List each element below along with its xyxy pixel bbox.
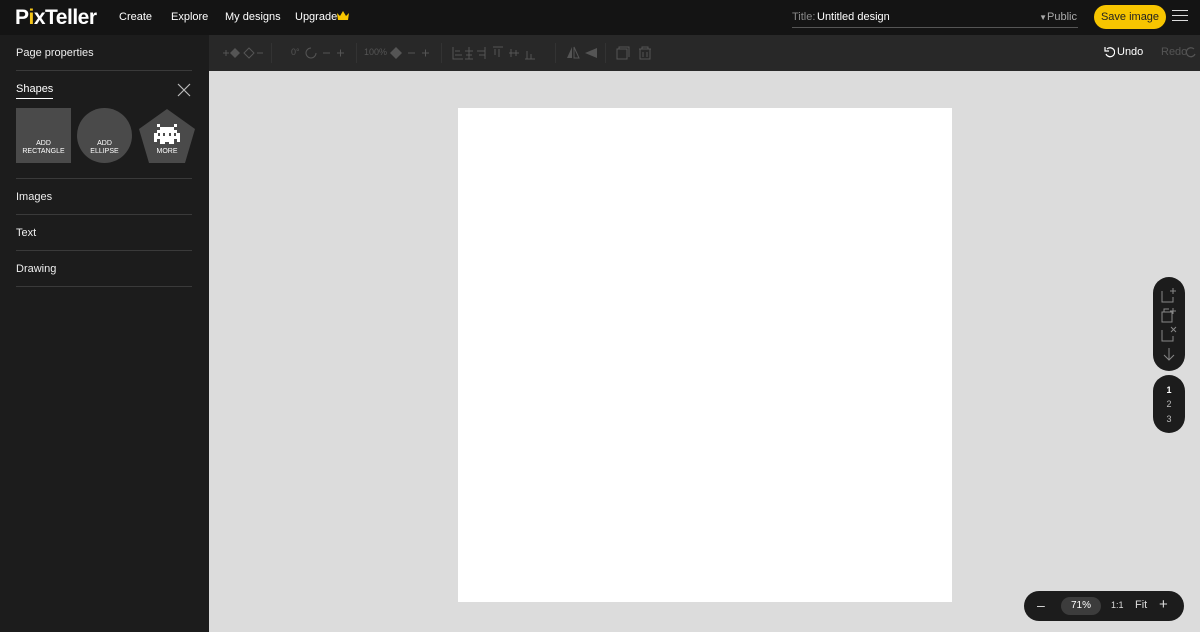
divider — [16, 178, 192, 179]
divider — [16, 214, 192, 215]
sidebar: Page properties Shapes ADD RECTANGLE ADD… — [0, 35, 209, 632]
toolbar: 0° 100% Undo Redo — [209, 35, 1200, 71]
delete-page-icon[interactable] — [1161, 326, 1177, 342]
title-label: Title: — [792, 11, 816, 23]
align-icons — [452, 46, 535, 60]
nav-my-designs[interactable]: My designs — [225, 11, 281, 23]
nav-explore[interactable]: Explore — [171, 11, 208, 23]
layer-order-icon — [223, 47, 263, 59]
flip-icons — [567, 46, 597, 59]
zoom-level[interactable]: 71% — [1061, 597, 1101, 615]
title-field[interactable]: Title: Untitled design ▼Public — [792, 9, 1078, 28]
more-shapes-button[interactable]: MORE — [138, 108, 196, 164]
divider — [16, 70, 192, 71]
add-ellipse-button[interactable]: ADD ELLIPSE — [77, 108, 132, 163]
sidebar-item-drawing[interactable]: Drawing — [16, 263, 192, 275]
pixteller-logo[interactable]: PixTeller — [15, 6, 97, 30]
page-3-button[interactable]: 3 — [1153, 414, 1185, 424]
sidebar-item-page-properties[interactable]: Page properties — [16, 47, 192, 59]
page-list: 1 2 3 — [1153, 375, 1185, 433]
menu-icon[interactable] — [1172, 10, 1188, 23]
add-rectangle-label: ADD RECTANGLE — [22, 140, 65, 155]
sidebar-item-images[interactable]: Images — [16, 191, 192, 203]
add-ellipse-label: ADD ELLIPSE — [90, 140, 119, 155]
move-page-down-icon[interactable] — [1161, 346, 1177, 362]
visibility-dropdown[interactable]: ▼Public — [1039, 11, 1077, 23]
undo-button[interactable]: Undo — [1117, 46, 1143, 58]
top-bar: PixTeller Create Explore My designs Upgr… — [0, 0, 1200, 35]
zoom-in-button[interactable]: + — [1159, 596, 1168, 613]
divider — [16, 286, 192, 287]
redo-button[interactable]: Redo — [1161, 46, 1187, 58]
caret-down-icon: ▼ — [1039, 13, 1048, 22]
duplicate-page-icon[interactable] — [1161, 307, 1177, 323]
close-icon[interactable] — [177, 83, 191, 97]
title-input[interactable]: Untitled design — [817, 11, 890, 23]
divider — [16, 250, 192, 251]
zoom-out-button[interactable]: – — [1037, 597, 1045, 613]
zoom-fit-button[interactable]: Fit — [1135, 599, 1147, 611]
sidebar-item-shapes[interactable]: Shapes — [16, 83, 54, 99]
nav-upgrade[interactable]: Upgrade — [295, 11, 337, 23]
undo-icon[interactable] — [1104, 46, 1115, 58]
rotate-icon — [305, 47, 344, 59]
nav-create[interactable]: Create — [119, 11, 152, 23]
opacity-value: 100% — [364, 47, 388, 57]
sidebar-item-text[interactable]: Text — [16, 227, 192, 239]
more-shapes-label: MORE — [156, 148, 178, 155]
zoom-one-to-one-button[interactable]: 1:1 — [1111, 600, 1124, 610]
save-image-button[interactable]: Save image — [1094, 5, 1166, 29]
duplicate-delete-icons — [616, 46, 651, 60]
page-1-button[interactable]: 1 — [1153, 385, 1185, 395]
design-canvas[interactable] — [458, 108, 952, 602]
rotation-value: 0° — [291, 47, 300, 57]
page-tools-panel — [1153, 277, 1185, 371]
opacity-icon — [390, 47, 429, 59]
crown-icon — [337, 11, 349, 20]
page-2-button[interactable]: 2 — [1153, 399, 1185, 409]
add-rectangle-button[interactable]: ADD RECTANGLE — [16, 108, 71, 163]
add-page-icon[interactable] — [1161, 287, 1177, 303]
redo-icon[interactable] — [1186, 46, 1197, 58]
zoom-bar: – 71% 1:1 Fit + — [1024, 591, 1184, 621]
